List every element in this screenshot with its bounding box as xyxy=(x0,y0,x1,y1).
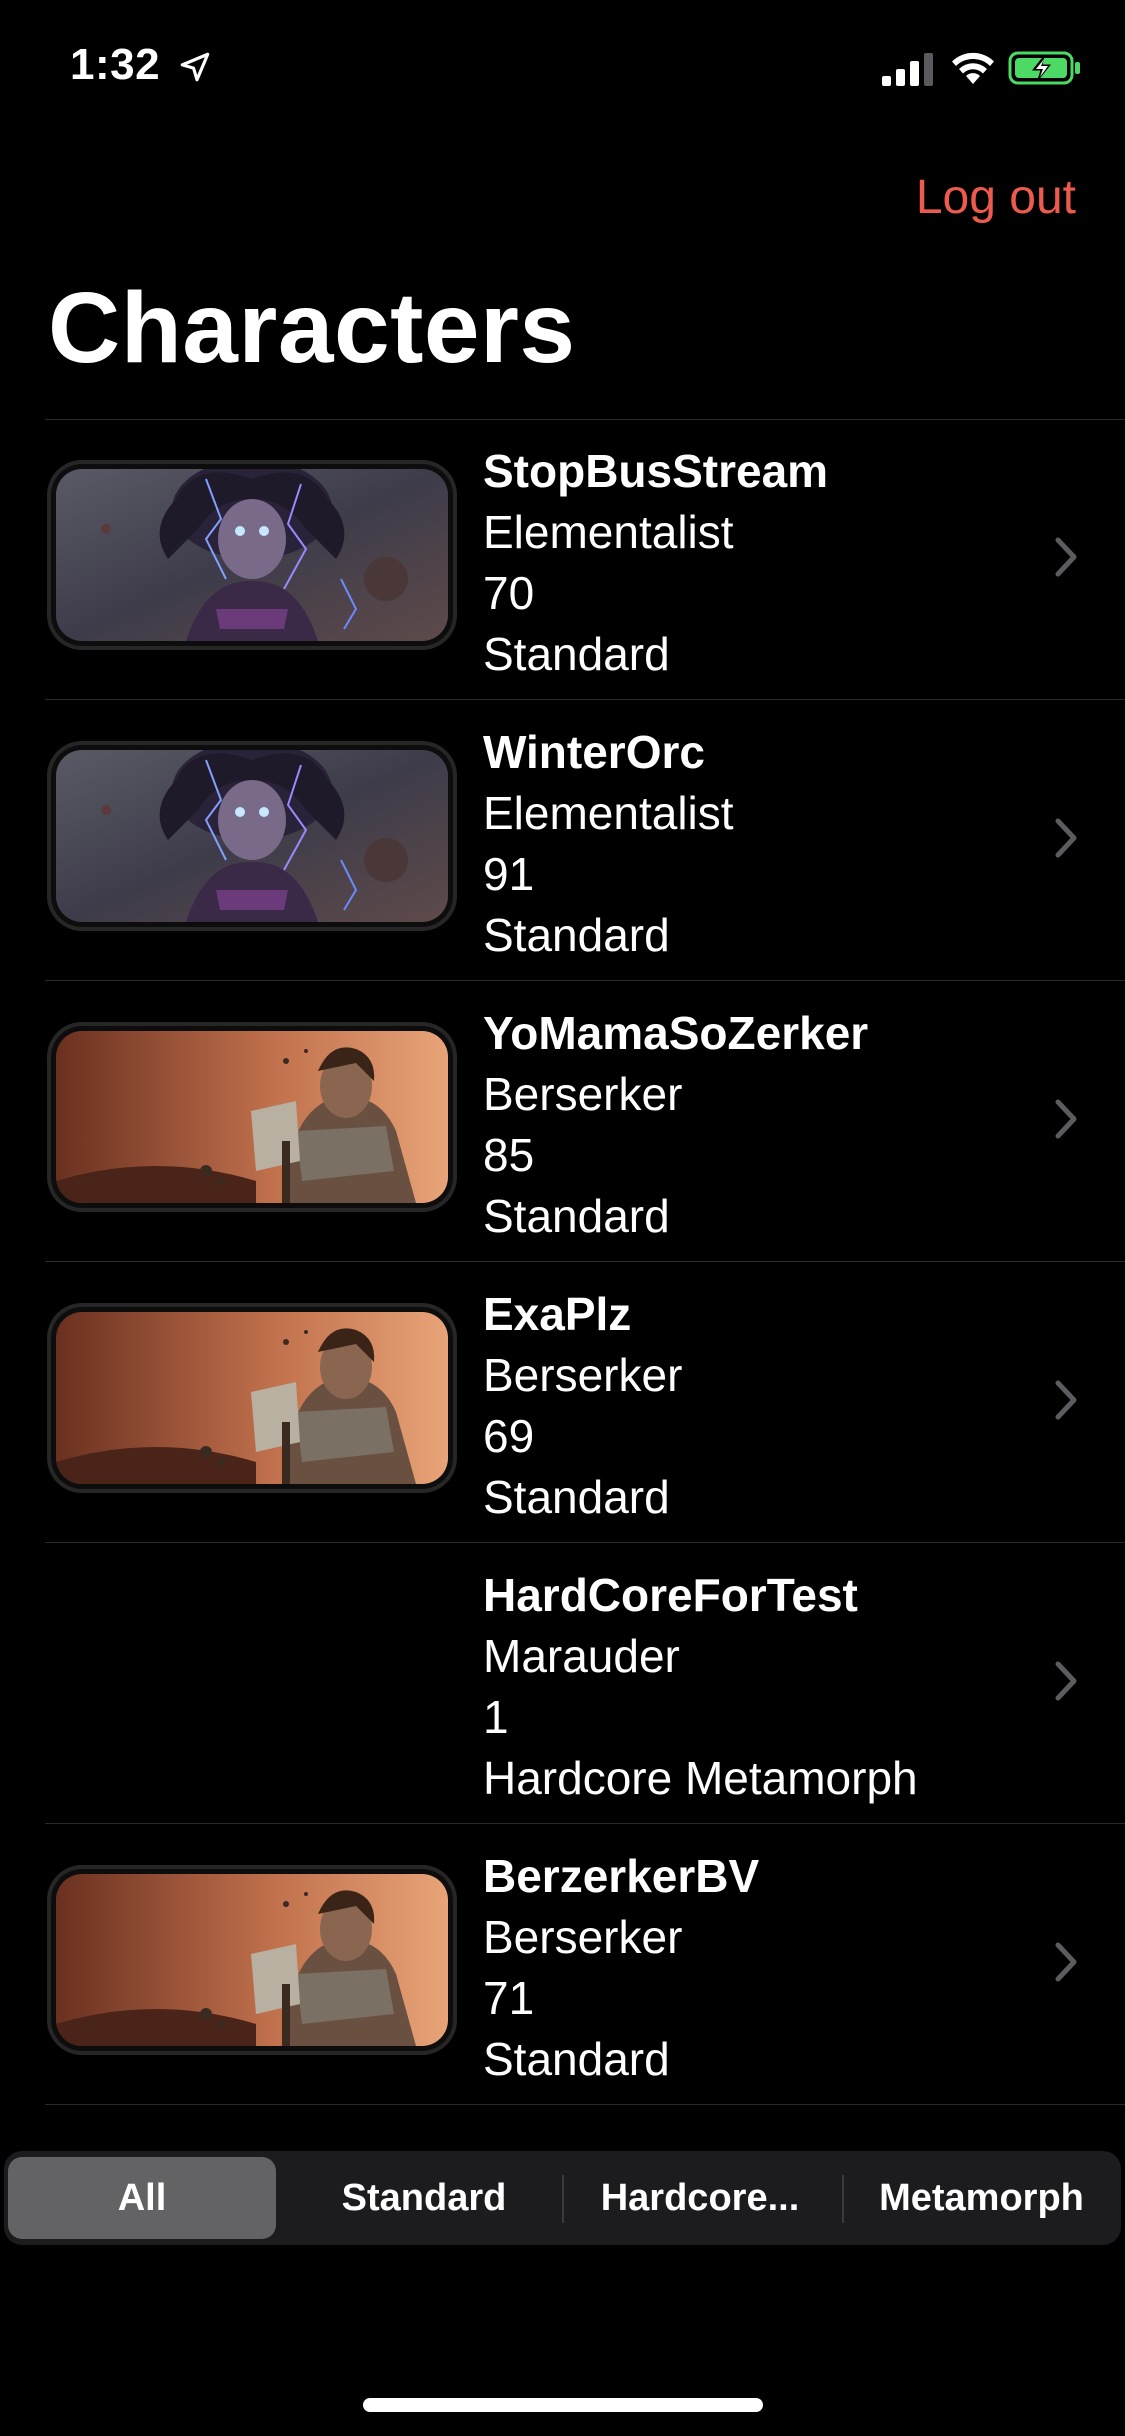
chevron-right-icon xyxy=(1055,1099,1077,1139)
character-name: BerzerkerBV xyxy=(483,1850,760,1902)
character-info: WinterOrc Elementalist 91 Standard xyxy=(483,722,734,966)
chevron-right-icon xyxy=(1055,537,1077,577)
status-time: 1:32 xyxy=(70,40,161,89)
character-row[interactable]: StopBusStream Elementalist 70 Standard xyxy=(0,419,1125,700)
character-info: HardCoreForTest Marauder 1 Hardcore Meta… xyxy=(483,1565,918,1809)
segment-divider xyxy=(562,2175,564,2223)
character-info: ExaPlz Berserker 69 Standard xyxy=(483,1284,682,1528)
character-league: Hardcore Metamorph xyxy=(483,1752,918,1804)
signal-bars-icon xyxy=(882,53,933,86)
character-row[interactable]: BerzerkerBV Berserker 71 Standard xyxy=(0,1824,1125,2105)
character-info: YoMamaSoZerker Berserker 85 Standard xyxy=(483,1003,868,1247)
character-name: YoMamaSoZerker xyxy=(483,1007,869,1059)
character-level: 71 xyxy=(483,1972,535,2024)
segment-all[interactable]: All xyxy=(8,2157,276,2239)
home-indicator[interactable] xyxy=(363,2398,763,2412)
logout-button[interactable]: Log out xyxy=(916,170,1076,225)
chevron-right-icon xyxy=(1055,818,1077,858)
character-class: Elementalist xyxy=(483,506,734,558)
character-portrait xyxy=(56,1031,448,1203)
character-league: Standard xyxy=(483,628,670,680)
character-row[interactable]: YoMamaSoZerker Berserker 85 Standard xyxy=(0,981,1125,1262)
character-info: StopBusStream Elementalist 70 Standard xyxy=(483,441,828,685)
character-class: Elementalist xyxy=(483,787,734,839)
location-arrow-icon xyxy=(180,52,210,82)
chevron-right-icon xyxy=(1055,1380,1077,1420)
character-row[interactable]: ExaPlz Berserker 69 Standard xyxy=(0,1262,1125,1543)
status-bar: 1:32 xyxy=(0,0,1125,135)
elementalist-portrait-art xyxy=(56,469,448,641)
character-level: 70 xyxy=(483,567,535,619)
character-league: Standard xyxy=(483,1190,670,1242)
berserker-portrait-art xyxy=(56,1031,448,1203)
character-league: Standard xyxy=(483,2033,670,2085)
page-title: Characters xyxy=(48,272,576,384)
character-name: WinterOrc xyxy=(483,726,705,778)
character-class: Berserker xyxy=(483,1068,683,1120)
character-row[interactable]: WinterOrc Elementalist 91 Standard xyxy=(0,700,1125,981)
character-name: StopBusStream xyxy=(483,445,829,497)
segment-divider xyxy=(842,2175,844,2223)
segment-metamorph[interactable]: Metamorph xyxy=(846,2157,1117,2239)
berserker-portrait-art xyxy=(56,1874,448,2046)
character-class: Marauder xyxy=(483,1630,680,1682)
character-name: HardCoreForTest xyxy=(483,1569,858,1621)
wifi-icon xyxy=(952,52,994,84)
character-class: Berserker xyxy=(483,1911,683,1963)
character-row[interactable]: HardCoreForTest Marauder 1 Hardcore Meta… xyxy=(0,1543,1125,1824)
chevron-right-icon xyxy=(1055,1942,1077,1982)
elementalist-portrait-art xyxy=(56,750,448,922)
league-filter-segmented-control: All Standard Hardcore... Metamorph xyxy=(4,2151,1121,2245)
character-level: 85 xyxy=(483,1129,535,1181)
character-portrait xyxy=(56,1312,448,1484)
character-level: 1 xyxy=(483,1691,509,1743)
berserker-portrait-art xyxy=(56,1312,448,1484)
character-league: Standard xyxy=(483,1471,670,1523)
character-portrait xyxy=(56,1874,448,2046)
character-league: Standard xyxy=(483,909,670,961)
segment-hardcore[interactable]: Hardcore... xyxy=(566,2157,834,2239)
character-level: 91 xyxy=(483,848,535,900)
character-level: 69 xyxy=(483,1410,535,1462)
segment-standard[interactable]: Standard xyxy=(290,2157,558,2239)
character-class: Berserker xyxy=(483,1349,683,1401)
character-portrait xyxy=(56,469,448,641)
character-portrait xyxy=(56,750,448,922)
row-separator xyxy=(45,2104,1125,2105)
character-name: ExaPlz xyxy=(483,1288,632,1340)
battery-charging-icon xyxy=(1008,51,1080,85)
character-info: BerzerkerBV Berserker 71 Standard xyxy=(483,1846,759,2090)
chevron-right-icon xyxy=(1055,1661,1077,1701)
